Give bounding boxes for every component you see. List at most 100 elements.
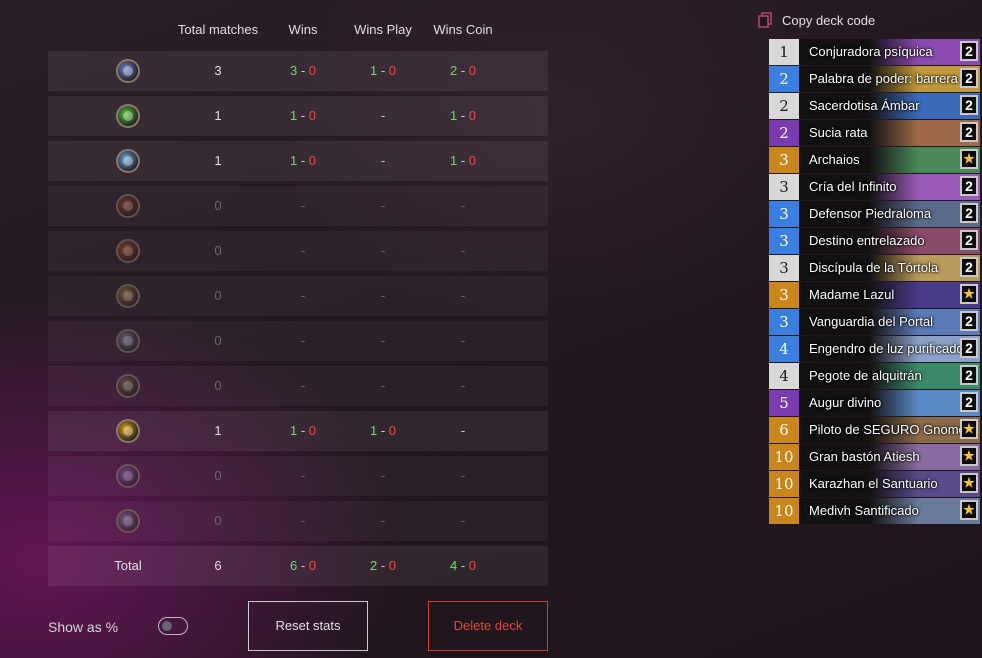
stats-row: 0 - - - (48, 366, 548, 406)
deck-card[interactable]: 10 Medivh Santificado ★ (769, 498, 980, 524)
card-count-badge: 2 (960, 338, 978, 358)
card-count-badge: 2 (960, 230, 978, 250)
card-cost: 3 (769, 255, 799, 281)
card-name: Cría del Infinito (809, 179, 897, 194)
reset-stats-button[interactable]: Reset stats (248, 601, 368, 651)
total-wins-play: 2 - 0 (369, 558, 397, 573)
stats-row: 0 - - - (48, 321, 548, 361)
hero-class-9-icon (116, 419, 140, 443)
wins-play-cell: 1 - 0 (369, 63, 397, 78)
col-wins-play: Wins Play (354, 22, 412, 37)
stats-row: 0 - - - (48, 456, 548, 496)
card-name: Palabra de poder: barrera (809, 71, 958, 86)
wins-coin-cell: 1 - 0 (449, 108, 477, 123)
card-cost: 3 (769, 147, 799, 173)
total-matches-cell: 1 (214, 153, 222, 168)
deck-card[interactable]: 3 Cría del Infinito 2 (769, 174, 980, 200)
card-name: Sacerdotisa Ámbar (809, 98, 920, 113)
total-matches-cell: 0 (214, 288, 222, 303)
wins-cell: - (300, 333, 306, 348)
card-count-badge: 2 (960, 176, 978, 196)
stats-row: 0 - - - (48, 276, 548, 316)
deck-card[interactable]: 1 Conjuradora psíquica 2 (769, 39, 980, 65)
card-cost: 3 (769, 174, 799, 200)
wins-play-cell: - (380, 288, 386, 303)
deck-card[interactable]: 6 Piloto de SEGURO Gnomo ★ (769, 417, 980, 443)
wins-play-cell: - (380, 333, 386, 348)
total-matches-cell: 0 (214, 243, 222, 258)
stats-row: 1 1 - 0 1 - 0 - (48, 411, 548, 451)
card-cost: 5 (769, 390, 799, 416)
stats-row: 0 - - - (48, 231, 548, 271)
deck-card[interactable]: 3 Madame Lazul ★ (769, 282, 980, 308)
card-name: Piloto de SEGURO Gnomo (809, 422, 966, 437)
wins-play-cell: - (380, 108, 386, 123)
wins-cell: 1 - 0 (289, 153, 317, 168)
total-matches-cell: 1 (214, 108, 222, 123)
wins-cell: 3 - 0 (289, 63, 317, 78)
card-cost: 4 (769, 336, 799, 362)
deck-card[interactable]: 2 Sucia rata 2 (769, 120, 980, 146)
card-name: Medivh Santificado (809, 503, 919, 518)
wins-coin-cell: 1 - 0 (449, 153, 477, 168)
card-count-badge: 2 (960, 311, 978, 331)
card-count-badge: 2 (960, 392, 978, 412)
copy-deck-code-label: Copy deck code (782, 13, 876, 28)
deck-card[interactable]: 4 Pegote de alquitrán 2 (769, 363, 980, 389)
delete-deck-button[interactable]: Delete deck (428, 601, 548, 651)
wins-cell: 1 - 0 (289, 108, 317, 123)
deck-card[interactable]: 3 Discípula de la Tórtola 2 (769, 255, 980, 281)
copy-icon (758, 12, 772, 28)
total-label: Total (114, 558, 142, 573)
deck-card[interactable]: 3 Destino entrelazado 2 (769, 228, 980, 254)
total-matches-value: 6 (214, 558, 222, 573)
card-cost: 2 (769, 93, 799, 119)
deck-card[interactable]: 3 Vanguardia del Portal 2 (769, 309, 980, 335)
deck-card[interactable]: 4 Engendro de luz purificado 2 (769, 336, 980, 362)
card-name: Conjuradora psíquica (809, 44, 933, 59)
card-cost: 10 (769, 471, 799, 497)
card-count-badge: 2 (960, 122, 978, 142)
card-cost: 2 (769, 66, 799, 92)
card-cost: 2 (769, 120, 799, 146)
wins-cell: - (300, 288, 306, 303)
card-cost: 3 (769, 201, 799, 227)
card-count-badge: 2 (960, 365, 978, 385)
legendary-star-badge: ★ (960, 149, 978, 169)
show-as-percent-label: Show as % (48, 619, 119, 635)
wins-coin-cell: - (460, 333, 466, 348)
deck-card[interactable]: 10 Gran bastón Atiesh ★ (769, 444, 980, 470)
total-matches-cell: 0 (214, 513, 222, 528)
deck-card[interactable]: 3 Defensor Piedraloma 2 (769, 201, 980, 227)
wins-coin-cell: - (460, 423, 466, 438)
wins-play-cell: - (380, 468, 386, 483)
stats-row: 1 1 - 0 - 1 - 0 (48, 141, 548, 181)
legendary-star-badge: ★ (960, 446, 978, 466)
stats-row: 0 - - - (48, 501, 548, 541)
deck-card[interactable]: 3 Archaios ★ (769, 147, 980, 173)
deck-card[interactable]: 10 Karazhan el Santuario ★ (769, 471, 980, 497)
deck-card[interactable]: 2 Sacerdotisa Ámbar 2 (769, 93, 980, 119)
wins-play-cell: - (380, 153, 386, 168)
legendary-star-badge: ★ (960, 419, 978, 439)
total-matches-cell: 0 (214, 468, 222, 483)
hero-class-3-icon (116, 149, 140, 173)
deck-card[interactable]: 5 Augur divino 2 (769, 390, 980, 416)
card-cost: 3 (769, 309, 799, 335)
card-cost: 3 (769, 228, 799, 254)
card-cost: 10 (769, 498, 799, 524)
deck-card[interactable]: 2 Palabra de poder: barrera 2 (769, 66, 980, 92)
total-matches-cell: 3 (214, 63, 222, 78)
wins-play-cell: - (380, 513, 386, 528)
stats-row: 3 3 - 0 1 - 0 2 - 0 (48, 51, 548, 91)
stats-table-header: Total matches Wins Wins Play Wins Coin (48, 22, 548, 42)
legendary-star-badge: ★ (960, 473, 978, 493)
show-as-percent-toggle[interactable] (158, 617, 188, 635)
wins-coin-cell: - (460, 288, 466, 303)
wins-cell: - (300, 243, 306, 258)
card-cost: 3 (769, 282, 799, 308)
wins-coin-cell: - (460, 378, 466, 393)
card-cost: 1 (769, 39, 799, 65)
total-row: Total 6 6 - 0 2 - 0 4 - 0 (48, 546, 548, 586)
card-cost: 6 (769, 417, 799, 443)
